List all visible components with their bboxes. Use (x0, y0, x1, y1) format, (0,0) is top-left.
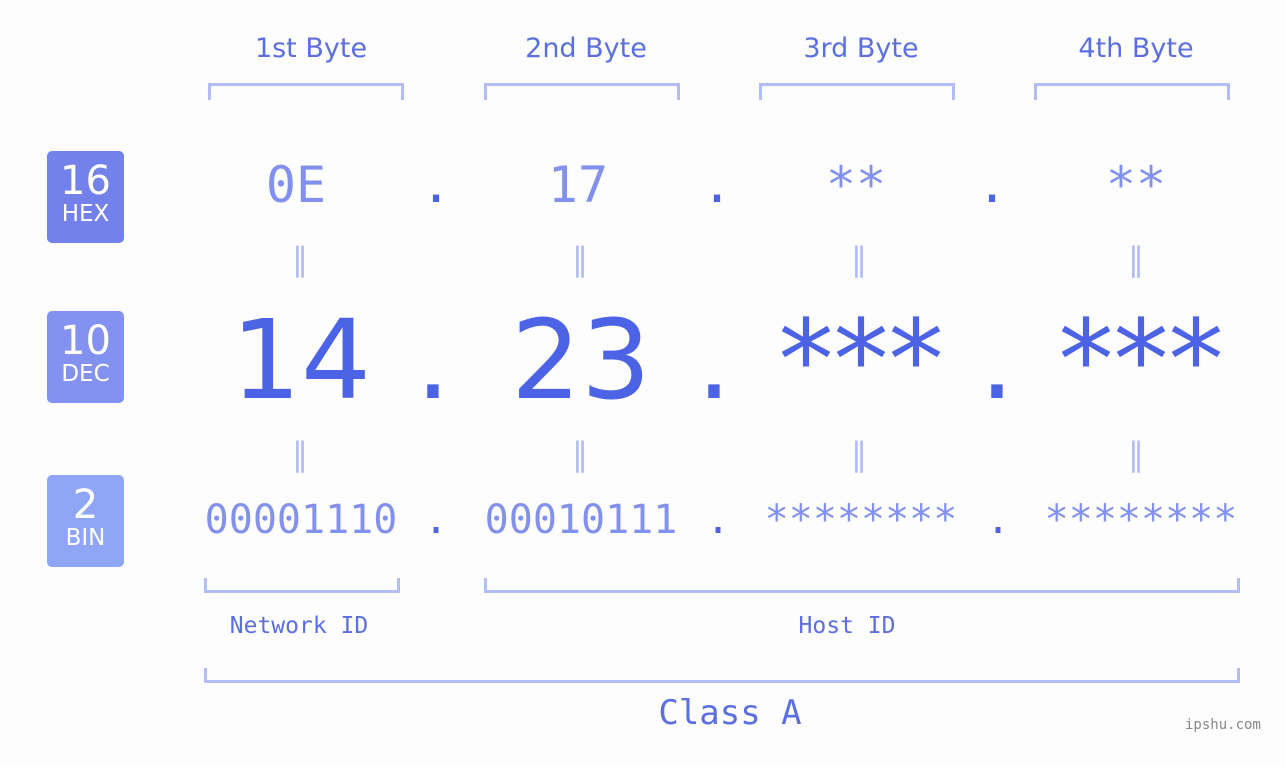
header-byte-3: 3rd Byte (803, 33, 919, 64)
dec-badge-number: 10 (60, 318, 111, 364)
dec-separator: . (696, 296, 732, 424)
equals-sign: ‖ (292, 435, 308, 473)
bin-separator: . (705, 497, 731, 543)
bin-separator: . (423, 497, 449, 543)
hex-separator: . (701, 156, 733, 214)
equals-sign: ‖ (292, 240, 308, 278)
bin-badge-label: BIN (65, 525, 106, 551)
equals-sign: ‖ (572, 435, 588, 473)
equals-sign: ‖ (1128, 240, 1144, 278)
dec-separator: . (415, 296, 451, 424)
hex-badge-number: 16 (60, 158, 111, 204)
byte-2-bracket (484, 83, 680, 100)
host-id-label: Host ID (798, 613, 896, 639)
network-id-label: Network ID (229, 613, 369, 639)
hex-separator: . (976, 156, 1008, 214)
network-id-bracket (204, 578, 400, 593)
class-label: Class A (658, 693, 802, 733)
equals-sign: ‖ (851, 435, 867, 473)
dec-badge: 10 DEC (47, 311, 124, 403)
bin-badge: 2 BIN (47, 475, 124, 567)
host-id-bracket (484, 578, 1240, 593)
bin-badge-number: 2 (72, 482, 99, 528)
hex-badge-label: HEX (61, 201, 110, 227)
class-bracket (204, 668, 1240, 683)
header-byte-1: 1st Byte (254, 33, 368, 64)
equals-sign: ‖ (851, 240, 867, 278)
dec-separator: . (979, 296, 1015, 424)
dec-badge-label: DEC (61, 361, 110, 387)
byte-4-bracket (1034, 83, 1230, 100)
header-byte-2: 2nd Byte (525, 33, 647, 64)
header-byte-4: 4th Byte (1078, 33, 1194, 64)
byte-3-bracket (759, 83, 955, 100)
byte-1-bracket (208, 83, 404, 100)
hex-badge: 16 HEX (47, 151, 124, 243)
hex-separator: . (420, 156, 452, 214)
equals-sign: ‖ (572, 240, 588, 278)
bin-separator: . (985, 497, 1011, 543)
watermark: ipshu.com (1185, 717, 1261, 733)
equals-sign: ‖ (1128, 435, 1144, 473)
